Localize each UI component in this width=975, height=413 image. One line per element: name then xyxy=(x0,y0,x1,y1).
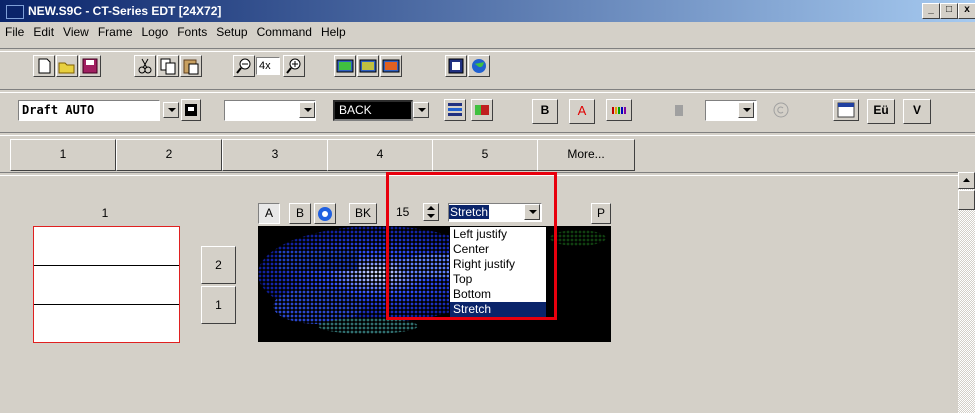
p-button[interactable]: P xyxy=(591,203,611,224)
frame-edit-icon[interactable] xyxy=(357,55,379,77)
menu-bar: File Edit View Frame Logo Fonts Setup Command He… xyxy=(0,22,975,44)
toolbar-separator xyxy=(0,48,975,52)
background-button[interactable]: BK xyxy=(349,203,377,224)
chevron-down-icon[interactable] xyxy=(738,102,754,118)
web-globe-icon[interactable] xyxy=(468,55,490,77)
bold-button[interactable]: B xyxy=(532,99,558,124)
menu-help[interactable]: Help xyxy=(316,22,350,39)
menu-view[interactable]: View xyxy=(58,22,93,39)
minimize-button[interactable]: _ xyxy=(922,3,940,19)
text-color-button[interactable]: A xyxy=(569,99,595,124)
copy-icon[interactable] xyxy=(157,55,179,77)
disabled-hand-icon xyxy=(668,99,690,121)
font-select[interactable]: Draft AUTO xyxy=(18,100,160,121)
logo-icon[interactable] xyxy=(181,99,201,121)
font-b-button[interactable]: B xyxy=(289,203,311,224)
menu-edit[interactable]: Edit xyxy=(28,22,58,39)
rainbow-icon[interactable] xyxy=(606,99,632,121)
line-button-1[interactable]: 1 xyxy=(201,286,236,324)
v-button[interactable]: V xyxy=(903,99,931,124)
zoom-level-field[interactable]: 4x xyxy=(256,57,280,75)
align-icon[interactable] xyxy=(444,99,466,121)
toolbar-separator xyxy=(0,132,975,136)
frame-tab-2[interactable]: 2 xyxy=(116,139,222,171)
zoom-in-icon[interactable] xyxy=(283,55,305,77)
line-divider xyxy=(34,304,179,305)
menu-setup[interactable]: Setup xyxy=(211,22,251,39)
scroll-up-button[interactable] xyxy=(958,172,975,189)
chevron-down-icon[interactable] xyxy=(299,102,315,118)
color-swap-icon[interactable] xyxy=(471,99,493,121)
save-icon[interactable] xyxy=(79,55,101,77)
menu-frame[interactable]: Frame xyxy=(93,22,137,39)
more-frames-button[interactable]: More... xyxy=(537,139,635,171)
menu-logo[interactable]: Logo xyxy=(137,22,173,39)
menu-file[interactable]: File xyxy=(0,22,28,39)
calendar-icon[interactable] xyxy=(833,99,859,121)
chevron-down-icon[interactable] xyxy=(413,102,429,118)
line-divider xyxy=(34,265,179,266)
window-title: NEW.S9C - CT-Series EDT [24X72] xyxy=(28,4,222,18)
frame-view-icon[interactable] xyxy=(334,55,356,77)
toolbar-separator xyxy=(0,89,975,93)
close-button[interactable]: x xyxy=(958,3,975,19)
highlight-box xyxy=(386,172,557,320)
app-icon xyxy=(6,5,24,19)
frame-copy-icon[interactable] xyxy=(380,55,402,77)
scroll-thumb[interactable] xyxy=(958,190,975,210)
record-icon[interactable] xyxy=(314,203,336,224)
maximize-button[interactable]: □ xyxy=(940,3,958,19)
frame-tab-3[interactable]: 3 xyxy=(222,139,328,171)
frame-number-label: 1 xyxy=(101,206,109,220)
font-a-button[interactable]: A xyxy=(258,203,280,224)
cut-icon[interactable] xyxy=(134,55,156,77)
eu-button[interactable]: Eü xyxy=(867,99,895,124)
chevron-down-icon[interactable] xyxy=(163,102,179,118)
line-button-2[interactable]: 2 xyxy=(201,246,236,284)
preview-icon[interactable] xyxy=(445,55,467,77)
zoom-out-icon[interactable] xyxy=(233,55,255,77)
frame-lines-box[interactable] xyxy=(33,226,180,343)
frame-tab-1[interactable]: 1 xyxy=(10,139,116,171)
menu-fonts[interactable]: Fonts xyxy=(172,22,211,39)
frame-tab-4[interactable]: 4 xyxy=(327,139,433,171)
menu-command[interactable]: Command xyxy=(252,22,316,39)
new-file-icon[interactable] xyxy=(33,55,55,77)
open-folder-icon[interactable] xyxy=(56,55,78,77)
color-select[interactable]: BACK xyxy=(333,100,413,121)
frame-tab-5[interactable]: 5 xyxy=(432,139,538,171)
copyright-icon xyxy=(770,99,792,121)
title-bar: NEW.S9C - CT-Series EDT [24X72] _ □ x xyxy=(0,0,975,22)
vertical-scrollbar[interactable] xyxy=(958,172,975,413)
paste-icon[interactable] xyxy=(180,55,202,77)
